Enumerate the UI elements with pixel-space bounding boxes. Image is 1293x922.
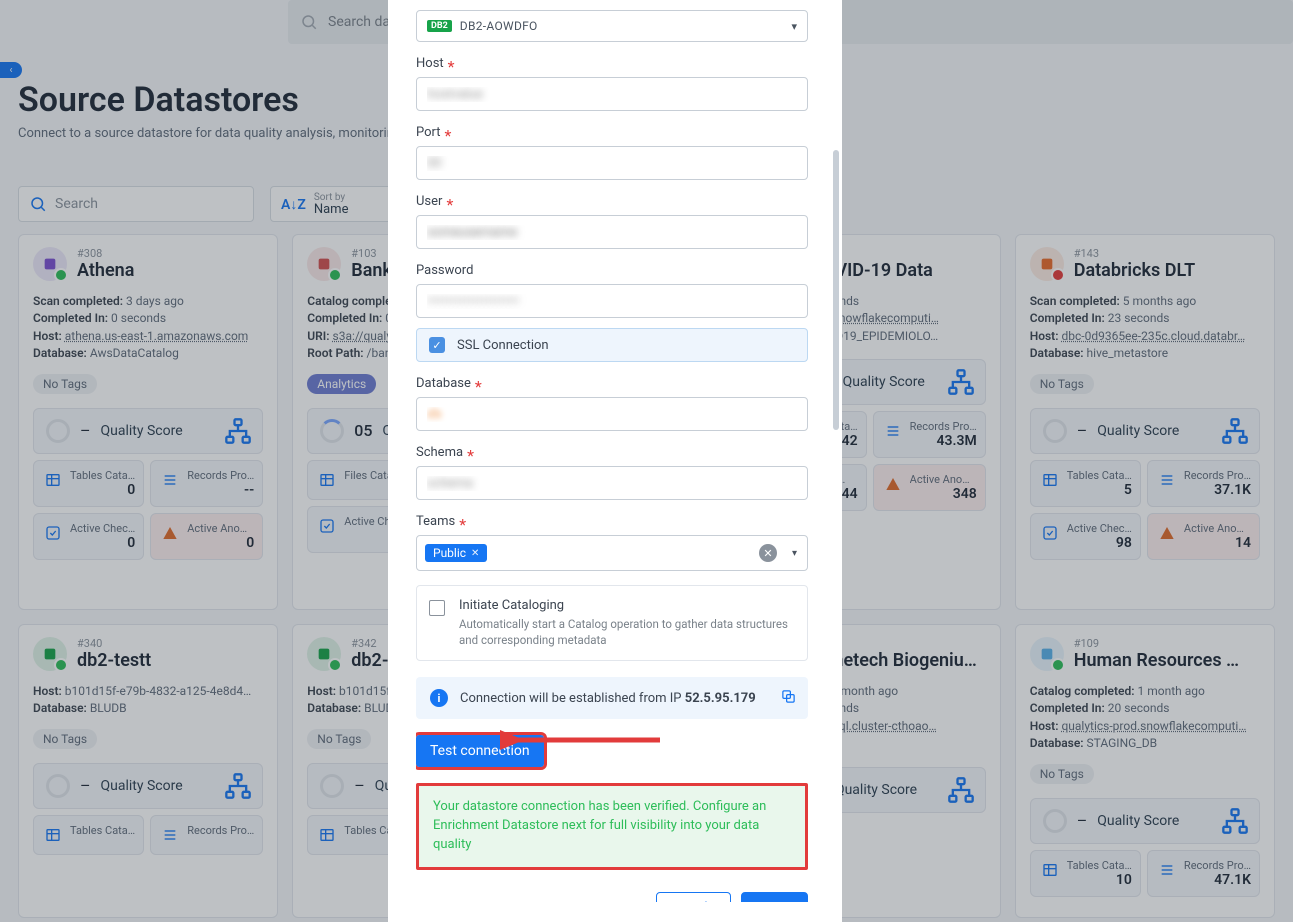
database-label: Database* — [416, 376, 808, 391]
connection-select[interactable]: DB2 DB2-AOWDFO ▾ — [416, 10, 808, 42]
checkbox-unchecked-icon[interactable] — [429, 600, 445, 616]
host-label: Host* — [416, 56, 808, 71]
database-input[interactable] — [416, 397, 808, 431]
password-label: Password — [416, 263, 808, 278]
port-label: Port* — [416, 125, 808, 140]
host-input[interactable] — [416, 77, 808, 111]
catalog-title: Initiate Cataloging — [459, 598, 795, 613]
connection-name: DB2-AOWDFO — [460, 19, 538, 33]
clear-all-icon[interactable]: ✕ — [759, 544, 777, 562]
chevron-down-icon: ▾ — [791, 20, 797, 33]
user-label: User* — [416, 194, 808, 209]
checkbox-checked-icon: ✓ — [429, 337, 445, 353]
teams-label: Teams* — [416, 514, 808, 529]
chevron-down-icon: ▾ — [792, 548, 797, 559]
teams-multiselect[interactable]: Public✕ ✕ ▾ — [416, 535, 808, 571]
copy-icon[interactable] — [781, 689, 796, 708]
finish-button[interactable]: Finish — [656, 892, 731, 902]
ip-info-banner: i Connection will be established from IP… — [416, 677, 808, 719]
db-badge: DB2 — [427, 20, 452, 32]
scrollbar[interactable] — [833, 150, 839, 430]
add-datastore-modal: DB2 DB2-AOWDFO ▾ Host* Port* User* Passw… — [388, 0, 842, 922]
team-chip[interactable]: Public✕ — [425, 544, 487, 562]
ssl-label: SSL Connection — [457, 338, 549, 353]
user-input[interactable] — [416, 215, 808, 249]
test-connection-button[interactable]: Test connection — [416, 735, 544, 767]
next-button[interactable]: Next — [741, 892, 808, 902]
schema-label: Schema* — [416, 445, 808, 460]
ssl-checkbox-row[interactable]: ✓ SSL Connection — [416, 328, 808, 362]
catalog-desc: Automatically start a Catalog operation … — [459, 617, 795, 648]
ip-info-text: Connection will be established from IP 5… — [460, 691, 756, 706]
password-input[interactable] — [416, 284, 808, 318]
remove-chip-icon[interactable]: ✕ — [471, 548, 479, 559]
schema-input[interactable] — [416, 466, 808, 500]
info-icon: i — [430, 689, 448, 707]
success-message: Your datastore connection has been verif… — [416, 783, 808, 870]
port-input[interactable] — [416, 146, 808, 180]
initiate-catalog-row[interactable]: Initiate Cataloging Automatically start … — [416, 585, 808, 661]
modal-footer: Finish Next — [416, 892, 808, 902]
